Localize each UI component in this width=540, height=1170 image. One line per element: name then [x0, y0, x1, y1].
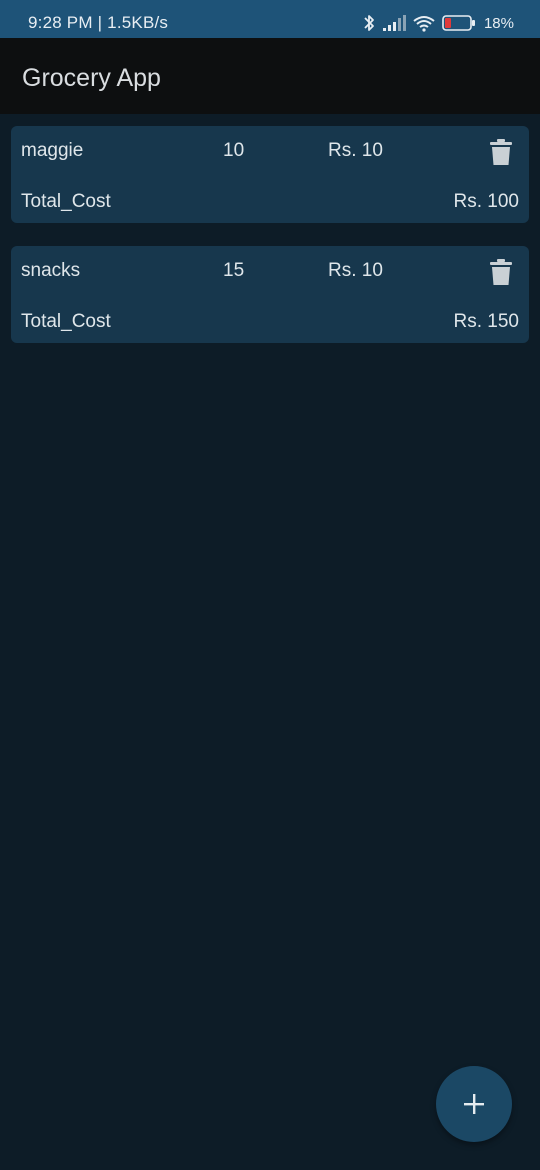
delete-button[interactable]	[487, 137, 515, 167]
page-title: Grocery App	[22, 64, 161, 92]
list-item: maggie 10 Rs. 10 Total_Cost Rs. 100	[11, 126, 529, 223]
battery-percent: 18%	[483, 14, 514, 32]
delete-button[interactable]	[487, 257, 515, 287]
total-cost-value: Rs. 100	[453, 191, 519, 212]
total-cost-label: Total_Cost	[21, 191, 111, 212]
item-price: Rs. 10	[328, 140, 383, 161]
plus-icon	[464, 1094, 484, 1114]
trash-icon	[490, 139, 512, 165]
item-name: maggie	[21, 140, 84, 161]
status-bar: 9:28 PM | 1.5KB/s 18%	[0, 0, 540, 38]
signal-icon	[382, 14, 406, 32]
grocery-list: maggie 10 Rs. 10 Total_Cost Rs. 100 snac…	[11, 126, 529, 366]
wifi-icon	[412, 14, 436, 32]
total-cost-value: Rs. 150	[453, 311, 519, 332]
battery-icon	[442, 15, 476, 31]
item-quantity: 10	[223, 140, 245, 161]
item-name: snacks	[21, 260, 81, 281]
status-time: 9:28 PM | 1.5KB/s	[28, 13, 169, 32]
item-price: Rs. 10	[328, 260, 383, 281]
bluetooth-icon	[362, 13, 376, 33]
item-quantity: 15	[223, 260, 245, 281]
total-cost-label: Total_Cost	[21, 311, 111, 332]
add-item-button[interactable]	[436, 1066, 512, 1142]
trash-icon	[490, 259, 512, 285]
app-bar: Grocery App	[0, 38, 540, 114]
status-icons: 18%	[362, 12, 514, 34]
list-item: snacks 15 Rs. 10 Total_Cost Rs. 150	[11, 246, 529, 343]
